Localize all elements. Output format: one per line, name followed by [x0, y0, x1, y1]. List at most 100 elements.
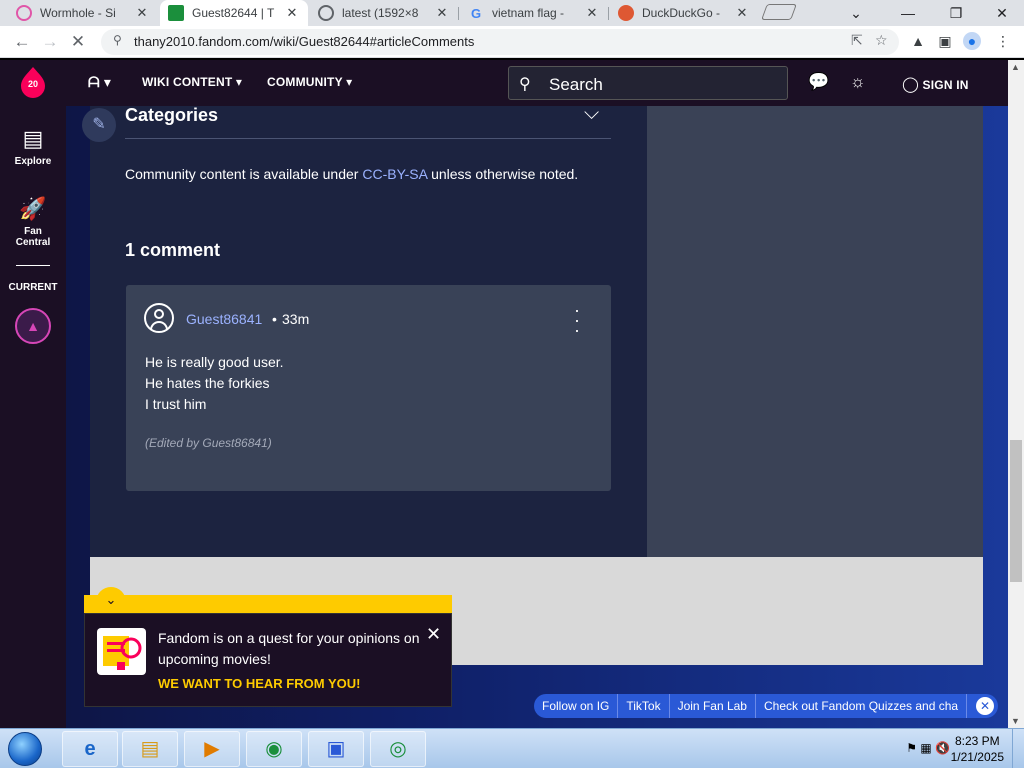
chevron-down-icon[interactable]: ⌵ [584, 102, 599, 125]
windows-taskbar: e ▤ ▶ ◉ ▣ ◎ ⚑ ▦ 🔇 8:23 PM 1/21/2025 [0, 728, 1024, 768]
tab-duckduckgo[interactable]: DuckDuckGo - ✕ [610, 0, 758, 26]
close-icon[interactable]: ✕ [434, 5, 450, 21]
comment-author-link[interactable]: Guest86841 [186, 311, 262, 327]
close-icon[interactable]: ✕ [134, 5, 150, 21]
scrollbar-thumb[interactable] [1010, 440, 1022, 582]
license-link[interactable]: CC-BY-SA [362, 166, 427, 182]
tab-separator [608, 7, 609, 20]
file-explorer-icon[interactable]: ▤ [122, 731, 178, 767]
rail-current-label: CURRENT [8, 282, 58, 293]
quest-illustration-icon [97, 628, 146, 675]
popup-message: Fandom is on a quest for your opinions o… [158, 630, 420, 667]
sign-in-button[interactable]: ◯ SIGN IN [902, 75, 969, 93]
divider [125, 138, 611, 139]
close-icon[interactable]: ✕ [284, 5, 300, 21]
close-icon[interactable]: ✕ [66, 30, 90, 54]
media-player-icon[interactable]: ▶ [184, 731, 240, 767]
wiki-home-icon[interactable]: ᗩ ▾ [88, 74, 111, 91]
user-icon: ◯ [902, 76, 919, 93]
url-text[interactable]: thany2010.fandom.com/wiki/Guest82644#art… [134, 34, 474, 49]
popup-cta-link[interactable]: WE WANT TO HEAR FROM YOU! [158, 676, 360, 691]
comment-edited-note: (Edited by Guest86841) [145, 436, 272, 450]
bookmark-star-icon[interactable]: ☆ [875, 32, 888, 49]
nav-wiki-content[interactable]: WIKI CONTENT ▾ [142, 75, 242, 89]
internet-explorer-icon[interactable]: e [62, 731, 118, 767]
close-icon[interactable]: ✕ [976, 697, 994, 715]
profile-avatar-icon[interactable]: ● [963, 32, 981, 50]
nav-community[interactable]: COMMUNITY ▾ [267, 75, 352, 89]
tab-search-chevron-icon[interactable]: ⌄ [836, 2, 876, 24]
window-close-icon[interactable]: ✕ [982, 2, 1022, 24]
rail-divider [16, 265, 50, 266]
browser-tab-strip: Wormhole - Si ✕ Guest82644 | T ✕ latest … [0, 0, 1024, 26]
duckduckgo-icon [618, 5, 634, 21]
new-tab-button[interactable] [761, 4, 797, 20]
address-bar: ← → ✕ ⚲ thany2010.fandom.com/wiki/Guest8… [0, 26, 1024, 58]
close-icon[interactable]: ✕ [584, 5, 600, 21]
edit-pencil-icon[interactable]: ✎ [82, 108, 116, 142]
comment-timestamp: 33m [282, 311, 310, 327]
quest-popup: ⌄ Fandom is on a quest for your opinions… [84, 587, 452, 707]
fandom-page: 20 ▤ Explore 🚀 Fan Central CURRENT ▲ ᗩ ▾… [0, 60, 1024, 728]
wiki-top-nav: ᗩ ▾ WIKI CONTENT ▾ COMMUNITY ▾ ⚲ Search … [66, 60, 1008, 106]
browser-menu-icon[interactable]: ⋮ [994, 32, 1012, 50]
scroll-up-arrow-icon[interactable]: ▲ [1011, 62, 1020, 72]
tab-wormhole[interactable]: Wormhole - Si ✕ [8, 0, 158, 26]
explore-icon: ▤ [22, 126, 44, 151]
minimize-icon[interactable]: — [888, 2, 928, 24]
tab-separator [458, 7, 459, 20]
extension-flask-icon[interactable]: ▲ [909, 32, 927, 50]
tab-guest82644[interactable]: Guest82644 | T ✕ [160, 0, 308, 26]
back-arrow-icon[interactable]: ← [10, 30, 34, 54]
flower-icon [16, 5, 32, 21]
close-icon[interactable]: ✕ [734, 5, 750, 21]
rail-explore[interactable]: ▤ Explore [0, 126, 66, 167]
global-navigation-rail: 20 ▤ Explore 🚀 Fan Central CURRENT ▲ [0, 60, 66, 728]
comments-heading: 1 comment [125, 240, 221, 260]
social-bar: Follow on IG TikTok Join Fan Lab Check o… [534, 694, 998, 718]
separator-dot: • [272, 311, 277, 327]
taskbar-clock[interactable]: 8:23 PM 1/21/2025 [951, 733, 1004, 765]
rocket-icon: 🚀 [19, 196, 47, 221]
forward-arrow-icon[interactable]: → [38, 30, 62, 54]
google-icon: G [470, 5, 482, 21]
collapse-chevron-icon[interactable]: ⌄ [96, 587, 126, 609]
tab-vietnam-flag[interactable]: G vietnam flag - ✕ [460, 0, 608, 26]
join-fan-lab-link[interactable]: Join Fan Lab [670, 694, 756, 718]
globe-icon [318, 5, 334, 21]
start-button[interactable] [8, 732, 42, 766]
right-rail [647, 106, 983, 557]
user-avatar-icon[interactable] [144, 303, 174, 333]
network-computer-icon[interactable]: ▣ [308, 731, 364, 767]
more-options-icon[interactable]: · · · [574, 301, 580, 339]
green-app-icon[interactable]: ◉ [246, 731, 302, 767]
fandom-quizzes-link[interactable]: Check out Fandom Quizzes and cha [756, 694, 968, 718]
share-icon[interactable]: ⇱ [851, 32, 863, 49]
license-notice: Community content is available under CC-… [125, 166, 579, 182]
tiktok-link[interactable]: TikTok [618, 694, 670, 718]
theme-toggle-sun-icon[interactable]: ☼ [850, 72, 866, 92]
close-icon[interactable]: ✕ [426, 624, 441, 645]
comment-card: Guest86841 • 33m · · · He is really good u… [126, 285, 611, 491]
discussions-icon[interactable]: 💬 [808, 72, 829, 92]
search-icon: ⚲ [519, 76, 531, 93]
follow-ig-link[interactable]: Follow on IG [534, 694, 619, 718]
fandom-icon [168, 5, 184, 21]
restore-icon[interactable]: ❐ [936, 2, 976, 24]
comment-text-line: I trust him [145, 396, 207, 412]
system-tray-icons[interactable]: ⚑ ▦ 🔇 [906, 741, 950, 755]
categories-title[interactable]: Categories [125, 105, 218, 126]
comment-text-line: He is really good user. [145, 354, 284, 370]
chrome-icon[interactable]: ◎ [370, 731, 426, 767]
rail-fan-central[interactable]: 🚀 Fan Central [0, 196, 66, 248]
scroll-down-arrow-icon[interactable]: ▼ [1011, 716, 1020, 726]
side-panel-icon[interactable]: ▣ [936, 32, 954, 50]
search-input[interactable]: ⚲ Search [508, 66, 788, 100]
page-scrollbar[interactable]: ▲ ▼ [1008, 60, 1024, 728]
comment-text-line: He hates the forkies [145, 375, 270, 391]
url-omnibox[interactable]: ⚲ thany2010.fandom.com/wiki/Guest82644#a… [101, 29, 899, 55]
site-info-icon[interactable]: ⚲ [113, 33, 122, 47]
tab-latest[interactable]: latest (1592×8 ✕ [310, 0, 458, 26]
show-desktop-button[interactable] [1012, 729, 1024, 768]
current-wiki-badge[interactable]: ▲ [15, 308, 51, 344]
